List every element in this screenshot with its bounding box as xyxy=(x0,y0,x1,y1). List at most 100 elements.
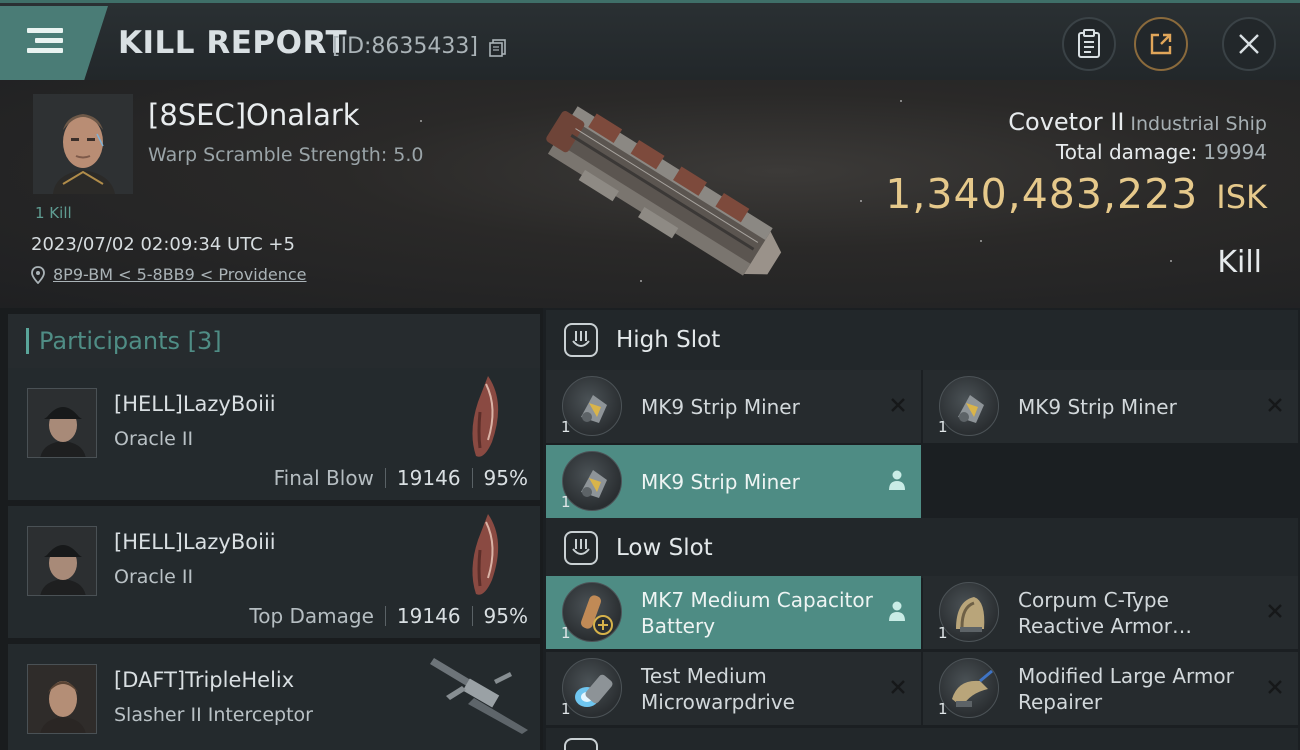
participant-ship: Oracle II xyxy=(114,428,194,450)
low-slot-header: Low Slot xyxy=(546,518,1298,578)
module-item[interactable]: 1 Corpum C-Type Reactive Armor… xyxy=(923,576,1298,649)
participant-percent: 95% xyxy=(483,466,528,490)
total-damage-value: 19994 xyxy=(1203,140,1267,164)
module-quantity: 1 xyxy=(561,493,571,511)
isk-value: 1,340,483,223 ISK xyxy=(885,170,1267,218)
module-quantity: 1 xyxy=(561,700,571,718)
share-button[interactable] xyxy=(1134,17,1188,71)
slasher-ship-icon xyxy=(430,658,528,734)
destroyed-x-icon xyxy=(1268,680,1282,694)
destroyed-x-icon xyxy=(1268,604,1282,618)
kill-timestamp: 2023/07/02 02:09:34 UTC +5 xyxy=(31,234,295,255)
mid-slot-header xyxy=(546,728,1298,750)
strip-miner-icon xyxy=(562,376,622,436)
close-button[interactable] xyxy=(1222,17,1276,71)
module-item[interactable]: 1 Test Medium Microwarpdrive xyxy=(546,652,921,725)
title-bar: KILL REPORT [ID:8635433] xyxy=(0,0,1300,80)
ship-class: Industrial Ship xyxy=(1130,113,1267,135)
participant-role: Top Damage xyxy=(249,604,374,628)
location-link[interactable]: 8P9-BM < 5-8BB9 < Providence xyxy=(53,265,307,284)
clipboard-button[interactable] xyxy=(1062,17,1116,71)
microwarpdrive-icon xyxy=(562,658,622,718)
module-name: MK9 Strip Miner xyxy=(1018,394,1177,419)
destroyed-x-icon xyxy=(1268,398,1282,412)
module-name: MK7 Medium Capacitor Battery xyxy=(641,587,873,638)
destroyed-x-icon xyxy=(891,398,905,412)
module-quantity: 1 xyxy=(938,418,948,436)
module-quantity: 1 xyxy=(938,700,948,718)
module-name: Modified Large Armor Repairer xyxy=(1018,663,1234,714)
participants-header: Participants [3] xyxy=(8,314,540,368)
module-item[interactable]: 1 MK9 Strip Miner xyxy=(923,370,1298,443)
victim-ship-image xyxy=(546,106,782,276)
victim-kill-count: 1 Kill xyxy=(35,204,72,222)
strip-miner-icon xyxy=(939,376,999,436)
participant-ship: Oracle II xyxy=(114,566,194,588)
copy-icon[interactable] xyxy=(488,38,508,58)
result-label: Kill xyxy=(1217,245,1262,280)
armor-repairer-icon xyxy=(939,658,999,718)
victim-ship[interactable]: Covetor II Industrial Ship xyxy=(1008,108,1267,136)
oracle-ship-icon xyxy=(472,514,499,595)
participant-avatar[interactable]: i xyxy=(27,664,97,734)
reactive-armor-icon xyxy=(939,582,999,642)
victim-summary: [8SEC]Onalark Warp Scramble Strength: 5.… xyxy=(0,80,1300,308)
module-item[interactable]: 1 MK9 Strip Miner xyxy=(546,445,921,518)
low-slot-icon xyxy=(564,531,598,565)
module-item[interactable]: 1 MK9 Strip Miner xyxy=(546,370,921,443)
module-item[interactable]: 1 Modified Large Armor Repairer xyxy=(923,652,1298,725)
participant-percent: 95% xyxy=(483,604,528,628)
participant-card[interactable]: i [DAFT]TripleHelix Slasher II Intercept… xyxy=(8,644,540,750)
participant-name: [DAFT]TripleHelix xyxy=(114,668,295,692)
victim-name[interactable]: [8SEC]Onalark xyxy=(148,98,360,132)
high-slot-header: High Slot xyxy=(546,310,1298,370)
low-slot-title: Low Slot xyxy=(616,535,713,561)
close-icon xyxy=(1239,34,1259,54)
oracle-ship-icon xyxy=(472,376,499,457)
module-quantity: 1 xyxy=(561,624,571,642)
module-name: MK9 Strip Miner xyxy=(641,469,800,494)
isk-unit: ISK xyxy=(1216,178,1267,216)
module-name: Corpum C-Type Reactive Armor… xyxy=(1018,587,1192,638)
participant-damage: 19146 xyxy=(396,604,461,628)
module-quantity: 1 xyxy=(561,418,571,436)
strip-miner-icon xyxy=(562,451,622,511)
participant-avatar[interactable] xyxy=(27,526,97,596)
participant-name: [HELL]LazyBoiii xyxy=(114,392,276,416)
module-quantity: 1 xyxy=(938,624,948,642)
clipboard-icon xyxy=(1078,29,1100,58)
high-slot-icon xyxy=(564,323,598,357)
mid-slot-icon xyxy=(564,738,598,750)
participants-panel: Participants [3] [HELL]LazyBoiii Oracle … xyxy=(0,308,543,750)
share-icon xyxy=(1150,33,1172,55)
participant-stats: Top Damage 19146 95% xyxy=(249,604,528,628)
participant-damage: 19146 xyxy=(396,466,461,490)
report-id: [ID:8635433] xyxy=(332,34,478,59)
participants-title: Participants [3] xyxy=(39,327,222,355)
dropped-person-icon xyxy=(889,470,905,490)
module-name: Test Medium Microwarpdrive xyxy=(641,663,795,714)
module-item[interactable]: 1 MK7 Medium Capacitor Battery xyxy=(546,576,921,649)
warp-scramble-strength: Warp Scramble Strength: 5.0 xyxy=(148,144,424,166)
isk-amount: 1,340,483,223 xyxy=(885,170,1199,218)
participant-ship: Slasher II Interceptor xyxy=(114,704,313,726)
participant-name: [HELL]LazyBoiii xyxy=(114,530,276,554)
ship-name: Covetor II xyxy=(1008,108,1125,136)
participant-card[interactable]: [HELL]LazyBoiii Oracle II Top Damage 191… xyxy=(8,506,540,638)
location-pin-icon xyxy=(31,265,45,284)
total-damage-label: Total damage: xyxy=(1055,140,1198,164)
page-title: KILL REPORT xyxy=(118,25,348,61)
kill-location[interactable]: 8P9-BM < 5-8BB9 < Providence xyxy=(31,265,307,284)
fitting-panel: High Slot 1 MK9 Strip Miner 1 MK9 Strip … xyxy=(543,308,1300,750)
victim-avatar[interactable] xyxy=(33,94,133,194)
participant-card[interactable]: [HELL]LazyBoiii Oracle II Final Blow 191… xyxy=(8,368,540,500)
total-damage: Total damage: 19994 xyxy=(1056,140,1267,164)
destroyed-x-icon xyxy=(891,680,905,694)
participant-avatar[interactable] xyxy=(27,388,97,458)
high-slot-title: High Slot xyxy=(616,327,721,353)
participant-role: Final Blow xyxy=(273,466,374,490)
capacitor-battery-icon xyxy=(562,582,622,642)
dropped-person-icon xyxy=(889,601,905,621)
module-name: MK9 Strip Miner xyxy=(641,394,800,419)
menu-button[interactable] xyxy=(0,6,108,80)
